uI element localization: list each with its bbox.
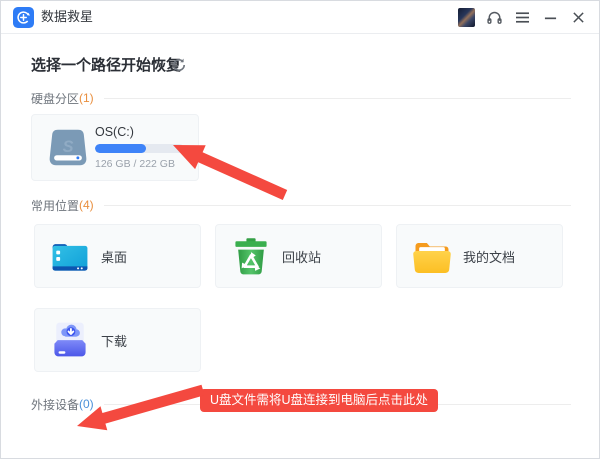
section-hard-disk-partitions: 硬盘分区(1)	[31, 91, 571, 105]
section-label: 硬盘分区	[31, 90, 79, 107]
close-icon[interactable]	[569, 8, 587, 27]
section-label: 常用位置	[31, 197, 79, 214]
refresh-icon[interactable]	[171, 57, 187, 73]
titlebar: 数据救星	[1, 1, 599, 34]
user-avatar[interactable]	[457, 8, 475, 27]
section-divider	[104, 98, 571, 99]
app-logo-icon	[13, 7, 34, 28]
drive-usage-text: 126 GB / 222 GB	[95, 158, 175, 170]
section-count: (0)	[79, 397, 94, 411]
section-label: 外接设备	[31, 396, 79, 413]
svg-text:S: S	[63, 138, 74, 156]
main-menu-icon[interactable]	[513, 8, 531, 27]
hard-drive-icon: S	[45, 124, 91, 172]
usb-hint-tooltip: U盘文件需将U盘连接到电脑后点击此处	[200, 389, 438, 412]
drive-usage-fill	[95, 144, 146, 153]
section-divider	[104, 205, 571, 206]
location-label: 我的文档	[463, 225, 515, 287]
section-count: (1)	[79, 91, 94, 105]
app-title: 数据救星	[41, 1, 93, 33]
location-label: 桌面	[101, 225, 127, 287]
desktop-folder-icon	[48, 235, 92, 279]
drive-usage-bar	[95, 144, 184, 153]
location-card-desktop[interactable]: 桌面	[34, 224, 201, 288]
minimize-icon[interactable]	[541, 8, 559, 27]
download-folder-icon	[48, 319, 92, 363]
recycle-bin-icon	[229, 235, 273, 279]
location-card-download[interactable]: 下载	[34, 308, 201, 372]
section-common-locations: 常用位置(4)	[31, 198, 571, 212]
location-card-my-documents[interactable]: 我的文档	[396, 224, 563, 288]
documents-folder-icon	[410, 235, 454, 279]
section-count: (4)	[79, 198, 94, 212]
app-window: 数据救星	[0, 0, 600, 459]
location-label: 下载	[101, 309, 127, 371]
location-label: 回收站	[282, 225, 321, 287]
partition-card-os-c[interactable]: S OS(C:) 126 GB / 222 GB	[31, 114, 199, 181]
location-card-recycle-bin[interactable]: 回收站	[215, 224, 382, 288]
page-title: 选择一个路径开始恢复	[31, 54, 181, 75]
support-headset-icon[interactable]	[485, 8, 503, 27]
drive-name: OS(C:)	[95, 125, 134, 139]
